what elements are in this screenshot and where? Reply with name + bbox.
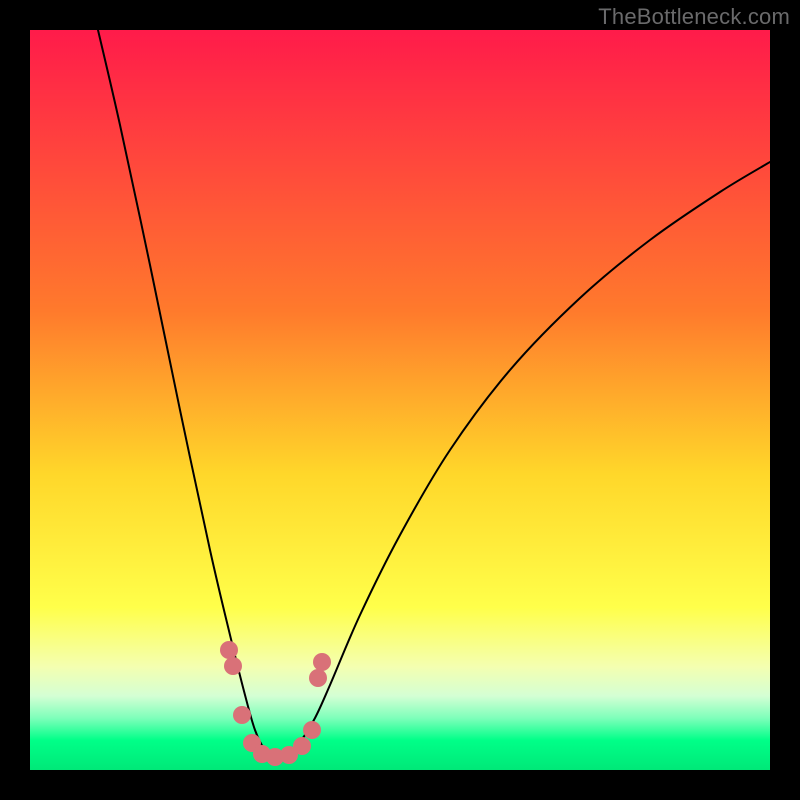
marker-dot	[220, 641, 238, 659]
marker-dot	[233, 706, 251, 724]
frame: TheBottleneck.com	[0, 0, 800, 800]
plot-area	[30, 30, 770, 770]
marker-dot	[309, 669, 327, 687]
marker-dot	[224, 657, 242, 675]
watermark-text: TheBottleneck.com	[598, 4, 790, 30]
bottleneck-curve	[98, 30, 770, 756]
marker-dot	[303, 721, 321, 739]
curve-svg	[30, 30, 770, 770]
marker-dot	[313, 653, 331, 671]
marker-dot	[293, 737, 311, 755]
